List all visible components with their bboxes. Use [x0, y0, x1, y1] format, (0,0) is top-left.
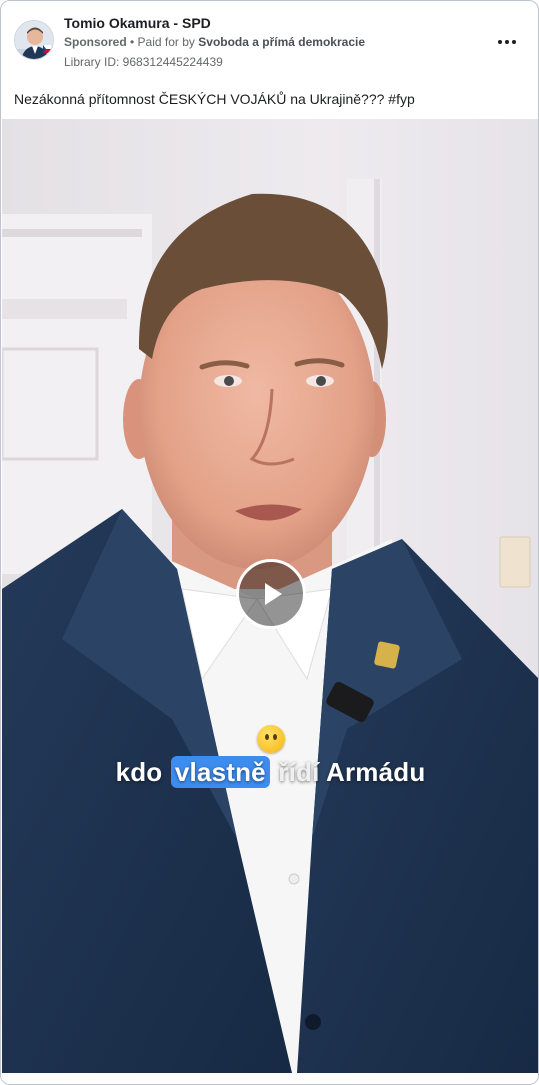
ad-body-text: Nezákonná přítomnost ČESKÝCH VOJÁKŮ na U… — [14, 91, 415, 107]
avatar-image — [15, 21, 53, 59]
card-footer-strip — [1, 1073, 538, 1084]
sponsor-line: Sponsored • Paid for by Svoboda a přímá … — [64, 35, 365, 49]
caption-word: řídí — [278, 757, 320, 787]
more-horizontal-icon — [498, 40, 502, 44]
thinking-face-emoji — [257, 725, 285, 753]
play-button[interactable] — [236, 559, 306, 629]
library-id: Library ID: 968312445224439 — [64, 55, 223, 69]
video-caption: kdo vlastně řídí Armádu — [2, 756, 538, 788]
play-icon — [265, 583, 282, 605]
ad-header: Tomio Okamura - SPD Sponsored • Paid for… — [1, 1, 538, 81]
page-name-link[interactable]: Tomio Okamura - SPD — [64, 15, 211, 31]
more-options-button[interactable] — [492, 29, 522, 55]
ad-card: Tomio Okamura - SPD Sponsored • Paid for… — [0, 0, 539, 1085]
more-horizontal-icon-dot — [512, 40, 516, 44]
caption-highlighted-word: vlastně — [170, 756, 270, 788]
caption-word: Armádu — [326, 757, 426, 787]
sponsored-label: Sponsored — [64, 35, 127, 49]
caption-word: kdo — [115, 757, 163, 787]
more-horizontal-icon-dot — [505, 40, 509, 44]
payer-name: Svoboda a přímá demokracie — [198, 35, 365, 49]
video-player[interactable]: kdo vlastně řídí Armádu — [2, 119, 538, 1073]
page-avatar[interactable] — [14, 20, 54, 60]
paid-for-prefix: • Paid for by — [130, 35, 195, 49]
